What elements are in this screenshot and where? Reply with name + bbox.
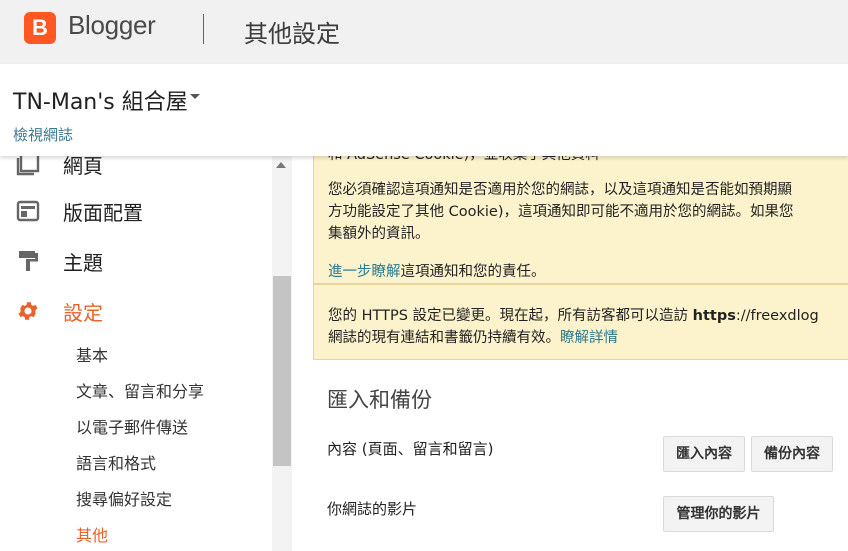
sidebar-item-layout[interactable]: 版面配置 bbox=[0, 189, 272, 233]
notice-text: 您必須確認這項通知是否適用於您的網誌，以及這項通知是否能如預期顯 bbox=[328, 182, 792, 198]
sidebar-item-label: 主題 bbox=[63, 251, 103, 275]
sidebar-subitem-language[interactable]: 語言和格式 bbox=[76, 450, 156, 474]
main-content: 和 AdSense Cookie)，並收集了其他資料 您必須確認這項通知是否適用… bbox=[292, 156, 848, 551]
sidebar-item-theme[interactable]: 主題 bbox=[0, 239, 272, 283]
sidebar-subitem-other[interactable]: 其他 bbox=[76, 522, 108, 546]
import-content-button[interactable]: 匯入內容 bbox=[663, 436, 745, 472]
notice-text: 網誌的現有連結和書籤仍持續有效。 bbox=[328, 330, 560, 346]
https-notice: 您的 HTTPS 設定已變更。現在起，所有訪客都可以造訪 https://fre… bbox=[313, 284, 848, 360]
theme-icon bbox=[19, 251, 38, 271]
sidebar-subitem-posts[interactable]: 文章、留言和分享 bbox=[76, 378, 204, 402]
sidebar-item-label: 設定 bbox=[63, 301, 103, 325]
sidebar-item-label: 版面配置 bbox=[63, 201, 143, 225]
sidebar-subitem-basic[interactable]: 基本 bbox=[76, 342, 108, 366]
backup-content-button[interactable]: 備份內容 bbox=[751, 436, 833, 472]
scroll-up-arrow-icon[interactable] bbox=[276, 162, 286, 168]
notice-text-bold: https bbox=[692, 308, 736, 324]
manage-videos-button[interactable]: 管理你的影片 bbox=[663, 496, 774, 532]
learn-details-link[interactable]: 瞭解詳情 bbox=[560, 330, 618, 346]
chevron-down-icon[interactable] bbox=[190, 94, 200, 99]
notice-text: 方功能設定了其他 Cookie)，這項通知即可能不適用於您的網誌。如果您 bbox=[328, 204, 794, 220]
divider bbox=[203, 14, 204, 44]
view-blog-link[interactable]: 檢視網誌 bbox=[13, 124, 73, 145]
videos-label: 你網誌的影片 bbox=[327, 500, 418, 518]
notice-text: 和 AdSense Cookie)，並收集了其他資料 bbox=[328, 156, 600, 166]
notice-text: ://freexdlog bbox=[735, 308, 819, 324]
blog-header: TN-Man's 組合屋 檢視網誌 bbox=[0, 64, 848, 156]
blog-selector[interactable]: TN-Man's 組合屋 bbox=[13, 84, 188, 116]
https-notice-line: 網誌的現有連結和書籤仍持續有效。瞭解詳情 bbox=[328, 327, 618, 349]
section-title-import-backup: 匯入和備份 bbox=[327, 388, 432, 412]
sidebar-item-pages[interactable]: 網頁 bbox=[0, 156, 272, 184]
notice-text: 集額外的資訊。 bbox=[328, 226, 430, 242]
notice-text: 這項通知和您的責任。 bbox=[400, 264, 546, 280]
blogger-logo-icon[interactable]: B bbox=[24, 12, 56, 44]
pages-icon bbox=[16, 156, 40, 176]
scrollbar-thumb[interactable] bbox=[273, 276, 291, 466]
sidebar: 網頁 版面配置 主題 設定 基本 文章、留言和分享 以電子郵件傳送 語言和格式 … bbox=[0, 156, 292, 551]
layout-icon bbox=[16, 200, 40, 222]
content-label: 內容 (頁面、留言和留言) bbox=[327, 440, 494, 458]
sidebar-item-label: 網頁 bbox=[63, 156, 103, 178]
brand-name[interactable]: Blogger bbox=[68, 10, 156, 41]
sidebar-subitem-email[interactable]: 以電子郵件傳送 bbox=[76, 414, 188, 438]
learn-more-link[interactable]: 進一步瞭解 bbox=[328, 264, 401, 280]
top-bar: B Blogger 其他設定 bbox=[0, 0, 848, 64]
sidebar-subitem-search[interactable]: 搜尋偏好設定 bbox=[76, 486, 172, 510]
gear-icon bbox=[18, 302, 38, 320]
notice-text: 您的 HTTPS 設定已變更。現在起，所有訪客都可以造訪 bbox=[328, 308, 693, 324]
notice-learn-line: 進一步瞭解這項通知和您的責任。 bbox=[328, 261, 546, 283]
cookie-notice: 和 AdSense Cookie)，並收集了其他資料 您必須確認這項通知是否適用… bbox=[313, 156, 848, 284]
https-notice-line: 您的 HTTPS 設定已變更。現在起，所有訪客都可以造訪 https://fre… bbox=[328, 305, 819, 327]
page-title: 其他設定 bbox=[244, 20, 340, 48]
sidebar-item-settings[interactable]: 設定 bbox=[0, 289, 272, 333]
